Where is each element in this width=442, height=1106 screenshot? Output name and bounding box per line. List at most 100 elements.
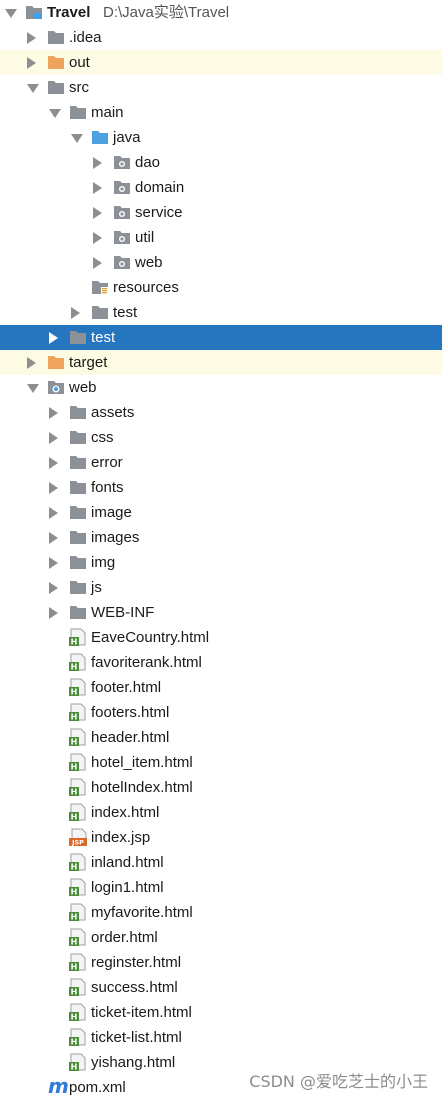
html-file-icon: H bbox=[69, 753, 87, 772]
tree-item-label: index.html bbox=[91, 804, 160, 821]
tree-item-label: js bbox=[91, 579, 102, 596]
tree-item-label: web bbox=[135, 254, 163, 271]
svg-text:H: H bbox=[71, 813, 78, 822]
html-file-icon: H bbox=[69, 853, 87, 872]
tree-item-index-jsp[interactable]: JSP index.jsp bbox=[0, 825, 442, 850]
tree-item-test[interactable]: test bbox=[0, 325, 442, 350]
tree-item-image[interactable]: image bbox=[0, 500, 442, 525]
collapse-arrow-icon[interactable] bbox=[27, 384, 39, 393]
tree-item-index-html[interactable]: Hindex.html bbox=[0, 800, 442, 825]
collapse-arrow-icon[interactable] bbox=[49, 109, 61, 118]
html-file-icon: H bbox=[69, 678, 87, 697]
html-file-icon: H bbox=[69, 1028, 87, 1047]
tree-item-domain[interactable]: domain bbox=[0, 175, 442, 200]
expand-arrow-icon[interactable] bbox=[49, 582, 58, 594]
tree-item-test[interactable]: test bbox=[0, 300, 442, 325]
tree-item-reginster-html[interactable]: Hreginster.html bbox=[0, 950, 442, 975]
tree-item-fonts[interactable]: fonts bbox=[0, 475, 442, 500]
tree-item-footer-html[interactable]: Hfooter.html bbox=[0, 675, 442, 700]
folder-icon bbox=[69, 104, 87, 120]
tree-item-ticket-item-html[interactable]: Hticket-item.html bbox=[0, 1000, 442, 1025]
expand-arrow-icon[interactable] bbox=[27, 32, 36, 44]
expand-arrow-icon[interactable] bbox=[93, 207, 102, 219]
collapse-arrow-icon[interactable] bbox=[27, 84, 39, 93]
tree-item-web-inf[interactable]: WEB-INF bbox=[0, 600, 442, 625]
tree-item-ticket-list-html[interactable]: Hticket-list.html bbox=[0, 1025, 442, 1050]
tree-item-inland-html[interactable]: Hinland.html bbox=[0, 850, 442, 875]
tree-item-label: WEB-INF bbox=[91, 604, 155, 621]
folder-icon bbox=[69, 429, 87, 445]
tree-item-travel[interactable]: Travel D:\Java实验\Travel bbox=[0, 0, 442, 25]
folder-icon bbox=[69, 529, 87, 545]
html-file-icon: H bbox=[69, 1053, 87, 1072]
tree-item-service[interactable]: service bbox=[0, 200, 442, 225]
tree-item-eavecountry-html[interactable]: H EaveCountry.html bbox=[0, 625, 442, 650]
tree-item-header-html[interactable]: Hheader.html bbox=[0, 725, 442, 750]
tree-item-label: src bbox=[69, 79, 89, 96]
expand-arrow-icon[interactable] bbox=[49, 607, 58, 619]
expand-arrow-icon[interactable] bbox=[71, 307, 80, 319]
tree-item-label: pom.xml bbox=[69, 1079, 126, 1096]
tree-item-idea[interactable]: .idea bbox=[0, 25, 442, 50]
tree-item-dao[interactable]: dao bbox=[0, 150, 442, 175]
expand-arrow-icon[interactable] bbox=[93, 257, 102, 269]
folder-icon bbox=[69, 504, 87, 520]
tree-item-img[interactable]: img bbox=[0, 550, 442, 575]
expand-arrow-icon[interactable] bbox=[93, 157, 102, 169]
tree-item-favoriterank-html[interactable]: Hfavoriterank.html bbox=[0, 650, 442, 675]
tree-item-css[interactable]: css bbox=[0, 425, 442, 450]
tree-item-order-html[interactable]: Horder.html bbox=[0, 925, 442, 950]
expand-arrow-icon[interactable] bbox=[49, 482, 58, 494]
tree-item-label: out bbox=[69, 54, 90, 71]
svg-text:H: H bbox=[71, 788, 78, 797]
tree-item-hotelindex-html[interactable]: HhotelIndex.html bbox=[0, 775, 442, 800]
folder-icon bbox=[69, 329, 87, 345]
tree-item-footers-html[interactable]: Hfooters.html bbox=[0, 700, 442, 725]
tree-item-hotel-item-html[interactable]: Hhotel_item.html bbox=[0, 750, 442, 775]
tree-item-web[interactable]: web bbox=[0, 375, 442, 400]
html-file-icon: H bbox=[69, 778, 87, 797]
svg-text:H: H bbox=[71, 713, 78, 722]
tree-item-label: ticket-item.html bbox=[91, 1004, 192, 1021]
tree-item-label: footers.html bbox=[91, 704, 170, 721]
tree-item-label: yishang.html bbox=[91, 1054, 176, 1071]
html-file-icon: H bbox=[69, 903, 87, 922]
tree-item-assets[interactable]: assets bbox=[0, 400, 442, 425]
tree-item-success-html[interactable]: Hsuccess.html bbox=[0, 975, 442, 1000]
tree-item-src[interactable]: src bbox=[0, 75, 442, 100]
tree-item-label: error bbox=[91, 454, 123, 471]
html-file-icon: H bbox=[69, 703, 87, 722]
expand-arrow-icon[interactable] bbox=[49, 407, 58, 419]
project-path: D:\Java实验\Travel bbox=[103, 4, 230, 21]
tree-item-label: util bbox=[135, 229, 155, 246]
tree-item-js[interactable]: js bbox=[0, 575, 442, 600]
tree-item-label: target bbox=[69, 354, 108, 371]
collapse-arrow-icon[interactable] bbox=[5, 9, 17, 18]
expand-arrow-icon[interactable] bbox=[93, 232, 102, 244]
tree-item-error[interactable]: error bbox=[0, 450, 442, 475]
tree-item-util[interactable]: util bbox=[0, 225, 442, 250]
expand-arrow-icon[interactable] bbox=[27, 57, 36, 69]
tree-item-out[interactable]: out bbox=[0, 50, 442, 75]
expand-arrow-icon[interactable] bbox=[49, 557, 58, 569]
svg-text:H: H bbox=[71, 888, 78, 897]
tree-item-main[interactable]: main bbox=[0, 100, 442, 125]
tree-item-login1-html[interactable]: Hlogin1.html bbox=[0, 875, 442, 900]
expand-arrow-icon[interactable] bbox=[49, 457, 58, 469]
expand-arrow-icon[interactable] bbox=[49, 332, 58, 344]
expand-arrow-icon[interactable] bbox=[27, 357, 36, 369]
tree-item-myfavorite-html[interactable]: Hmyfavorite.html bbox=[0, 900, 442, 925]
expand-arrow-icon[interactable] bbox=[49, 507, 58, 519]
tree-item-java[interactable]: java bbox=[0, 125, 442, 150]
expand-arrow-icon[interactable] bbox=[49, 532, 58, 544]
tree-item-target[interactable]: target bbox=[0, 350, 442, 375]
tree-item-label: order.html bbox=[91, 929, 158, 946]
tree-item-web[interactable]: web bbox=[0, 250, 442, 275]
expand-arrow-icon[interactable] bbox=[49, 432, 58, 444]
collapse-arrow-icon[interactable] bbox=[71, 134, 83, 143]
folder-icon bbox=[69, 404, 87, 420]
tree-item-resources[interactable]: resources bbox=[0, 275, 442, 300]
expand-arrow-icon[interactable] bbox=[93, 182, 102, 194]
tree-item-images[interactable]: images bbox=[0, 525, 442, 550]
tree-item-label: Travel bbox=[47, 4, 91, 21]
